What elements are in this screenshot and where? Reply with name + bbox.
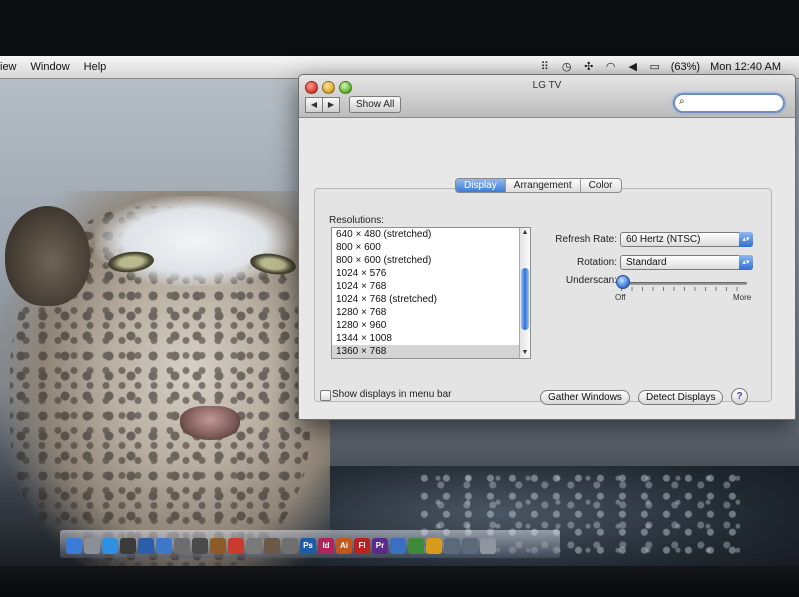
chevron-updown-icon: ▴▾ [739,255,753,270]
tab-display[interactable]: Display [456,179,505,192]
resolution-item[interactable]: 1024 × 576 [332,267,530,280]
volume-icon[interactable]: ◀ [627,61,639,73]
spaces-icon[interactable]: ⠿ [539,61,551,73]
underscan-slider-ticks [621,287,747,291]
dock: Ps Id Ai Fl Pr [60,530,560,558]
search-field[interactable]: ⌕ [673,93,785,113]
forward-button[interactable]: ▶ [323,97,340,113]
calendar-icon[interactable] [228,538,244,554]
scroll-up-icon[interactable]: ▲ [520,228,530,238]
show-in-menu-bar-label[interactable]: Show displays in menu bar [332,389,452,400]
rotation-label: Rotation: [576,257,617,268]
rotation-value: Standard [626,257,667,268]
resolution-item[interactable]: 1024 × 768 (stretched) [332,293,530,306]
underscan-label: Underscan: [565,275,617,286]
app-icon-5[interactable] [462,538,478,554]
app-icon-4[interactable] [444,538,460,554]
flash-icon[interactable]: Fl [354,538,370,554]
indesign-icon[interactable]: Id [318,538,334,554]
menu-bar-left: iew Window Help [0,61,120,73]
illustrator-icon[interactable]: Ai [336,538,352,554]
tab-arrangement[interactable]: Arrangement [504,179,580,192]
clock-icon[interactable] [120,538,136,554]
preview-icon[interactable] [246,538,262,554]
battery-percent[interactable]: (63%) [671,61,700,73]
window-title: LG TV [532,80,562,91]
rotation-popup[interactable]: Standard ▴▾ [620,255,753,270]
premiere-icon[interactable]: Pr [372,538,388,554]
resolution-item[interactable]: 800 × 600 [332,241,530,254]
window-titlebar[interactable]: LG TV ◀ ▶ Show All ⌕ [299,75,795,118]
scrollbar-thumb[interactable] [521,268,529,330]
window-content: Resolutions: 640 × 480 (stretched) 800 ×… [299,118,795,419]
window-bottom-bar: Show displays in menu bar Gather Windows… [298,386,794,416]
resolution-item-selected[interactable]: 1360 × 768 [332,345,530,358]
display-preferences-window: LG TV ◀ ▶ Show All ⌕ Resolutions: 640 × … [298,74,796,420]
refresh-rate-popup[interactable]: 60 Hertz (NTSC) ▴▾ [620,232,753,247]
tab-color[interactable]: Color [579,179,621,192]
tab-bar: Display Arrangement Color [455,178,622,193]
refresh-rate-value: 60 Hertz (NTSC) [626,234,701,245]
search-icon: ⌕ [679,96,685,107]
resolution-item[interactable]: 1024 × 768 [332,280,530,293]
app-icon-2[interactable] [408,538,424,554]
contacts-icon[interactable] [174,538,190,554]
chevron-updown-icon: ▴▾ [739,232,753,247]
finder-icon[interactable] [66,538,82,554]
wifi-icon[interactable]: ◠ [605,61,617,73]
menu-clock[interactable]: Mon 12:40 AM [710,61,781,73]
help-button[interactable]: ? [731,388,748,405]
wallpaper-leopard-ear [5,206,90,306]
underscan-slider-track[interactable] [621,282,747,285]
show-all-button[interactable]: Show All [349,96,402,113]
back-button[interactable]: ◀ [305,97,323,113]
menu-window[interactable]: Window [31,61,70,73]
display-panel: Resolutions: 640 × 480 (stretched) 800 ×… [314,188,772,402]
app-store-icon[interactable] [156,538,172,554]
underscan-max-label: More [733,293,752,302]
underscan-min-label: Off [615,293,626,302]
resolution-item[interactable]: 1344 × 1008 [332,332,530,345]
detect-displays-button[interactable]: Detect Displays [638,390,724,405]
refresh-rate-label: Refresh Rate: [555,234,617,245]
bluetooth-icon[interactable]: ✣ [583,61,595,73]
monitor-bezel [0,566,799,597]
resolution-item[interactable]: 640 × 480 (stretched) [332,228,530,241]
scroll-down-icon[interactable]: ▼ [520,348,530,358]
menu-help[interactable]: Help [84,61,107,73]
battery-icon[interactable]: ▭ [649,61,661,73]
resolution-item[interactable]: 1280 × 960 [332,319,530,332]
trash-icon[interactable] [480,538,496,554]
resolutions-list[interactable]: 640 × 480 (stretched) 800 × 600 800 × 60… [331,227,531,359]
book-icon[interactable] [210,538,226,554]
itunes-icon[interactable] [138,538,154,554]
system-prefs-icon[interactable] [282,538,298,554]
resolutions-scrollbar[interactable]: ▲ ▼ [519,228,530,358]
nav-buttons: ◀ ▶ [305,97,340,113]
show-in-menu-bar-checkbox[interactable] [320,390,331,401]
mail-icon[interactable] [84,538,100,554]
time-machine-icon[interactable]: ◷ [561,61,573,73]
app-icon-3[interactable] [426,538,442,554]
gather-windows-button[interactable]: Gather Windows [540,390,630,405]
app-icon-1[interactable] [390,538,406,554]
resolution-item[interactable]: 800 × 600 (stretched) [332,254,530,267]
resolution-item[interactable]: 1280 × 768 [332,306,530,319]
menu-view[interactable]: iew [0,61,17,73]
safari-icon[interactable] [102,538,118,554]
wallpaper-leopard-nose [180,406,240,440]
resolutions-label: Resolutions: [329,215,385,226]
iphoto-icon[interactable] [264,538,280,554]
photo-icon[interactable] [192,538,208,554]
photoshop-icon[interactable]: Ps [300,538,316,554]
underscan-slider-knob[interactable] [616,275,630,289]
